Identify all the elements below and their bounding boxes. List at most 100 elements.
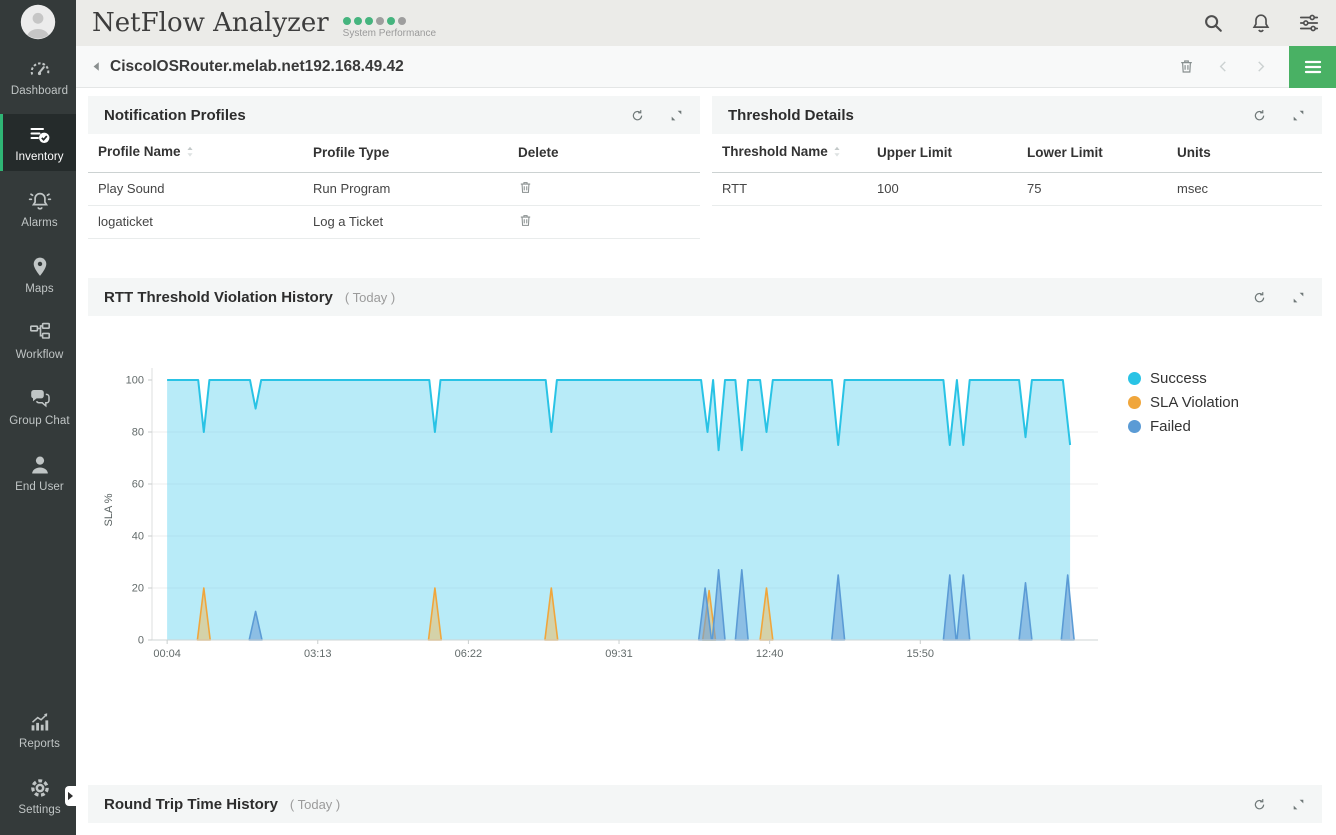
notification-profiles-header: Notification Profiles <box>88 96 700 134</box>
search-icon[interactable] <box>1202 12 1224 34</box>
sidebar-item-label: Maps <box>25 283 54 295</box>
next-device-button[interactable] <box>1252 58 1269 75</box>
panel-title: Round Trip Time History <box>104 796 278 813</box>
legend-dot <box>1128 372 1141 385</box>
delete-device-button[interactable] <box>1178 58 1195 75</box>
column-header-profile-name[interactable]: Profile Name <box>88 134 303 172</box>
legend-item-failed[interactable]: Failed <box>1128 418 1239 435</box>
legend-item-success[interactable]: Success <box>1128 370 1239 387</box>
notifications-bell-icon[interactable] <box>1250 12 1272 34</box>
sort-icon <box>833 145 841 161</box>
refresh-icon[interactable] <box>1252 797 1267 812</box>
sidebar-item-group-chat[interactable]: Group Chat <box>0 378 76 435</box>
user-avatar[interactable] <box>20 4 56 40</box>
sidebar-item-label: Inventory <box>15 151 63 163</box>
sla-chart-area: 02040608010000:0403:1306:2209:3112:4015:… <box>88 350 1322 695</box>
map-pin-icon <box>28 255 52 279</box>
delete-cell <box>508 172 700 205</box>
status-dots <box>343 17 436 25</box>
legend-dot <box>1128 396 1141 409</box>
column-header-units: Units <box>1167 134 1322 172</box>
panel-title: RTT Threshold Violation History <box>104 289 333 306</box>
logo-subtitle: System Performance <box>343 28 436 39</box>
rtt-violation-panel: RTT Threshold Violation History ( Today … <box>88 278 1322 316</box>
profile-row: Play SoundRun Program <box>88 172 700 205</box>
column-header-threshold-name[interactable]: Threshold Name <box>712 134 867 172</box>
previous-device-button[interactable] <box>1215 58 1232 75</box>
collapse-icon[interactable] <box>1291 290 1306 305</box>
svg-text:00:04: 00:04 <box>153 648 181 660</box>
column-header-profile-type: Profile Type <box>303 134 508 172</box>
panel-menu-button[interactable] <box>1289 46 1336 88</box>
back-icon[interactable] <box>91 61 102 72</box>
column-header-delete: Delete <box>508 134 700 172</box>
sidebar-item-settings[interactable]: Settings <box>0 767 76 824</box>
svg-text:03:13: 03:13 <box>304 648 332 660</box>
panel-tools <box>630 108 684 123</box>
preferences-sliders-icon[interactable] <box>1298 12 1320 34</box>
panel-tools <box>1252 797 1306 812</box>
sidebar-item-label: Group Chat <box>9 415 69 427</box>
svg-text:15:50: 15:50 <box>907 648 935 660</box>
panel-title: Notification Profiles <box>104 107 246 124</box>
lower-limit-cell: 75 <box>1017 172 1167 205</box>
notification-profiles-table: Profile NameProfile TypeDeletePlay Sound… <box>88 134 700 239</box>
svg-text:06:22: 06:22 <box>455 648 483 660</box>
sidebar-item-alarms[interactable]: Alarms <box>0 180 76 237</box>
sort-icon <box>186 145 194 161</box>
legend-label: Failed <box>1150 418 1191 435</box>
reports-icon <box>28 710 52 734</box>
upper-limit-cell: 100 <box>867 172 1017 205</box>
sidebar-item-maps[interactable]: Maps <box>0 246 76 303</box>
sidebar-item-end-user[interactable]: End User <box>0 444 76 501</box>
legend-label: SLA Violation <box>1150 394 1239 411</box>
sidebar-item-inventory[interactable]: Inventory <box>0 114 76 171</box>
status-dot <box>365 17 373 25</box>
delete-profile-button[interactable] <box>518 213 533 228</box>
round-trip-panel: Round Trip Time History ( Today ) <box>88 785 1322 823</box>
collapse-icon[interactable] <box>1291 108 1306 123</box>
profile-name-cell: Play Sound <box>88 172 303 205</box>
svg-text:0: 0 <box>138 635 144 647</box>
refresh-icon[interactable] <box>1252 290 1267 305</box>
sidebar-item-dashboard[interactable]: Dashboard <box>0 48 76 105</box>
svg-text:60: 60 <box>132 479 144 491</box>
chat-icon <box>28 387 52 411</box>
notification-profiles-panel: Notification Profiles Profile NameProfil… <box>88 96 700 239</box>
delete-profile-button[interactable] <box>518 180 533 195</box>
svg-text:40: 40 <box>132 531 144 543</box>
column-header-lower-limit: Lower Limit <box>1017 134 1167 172</box>
panel-tools <box>1252 108 1306 123</box>
status-dot <box>398 17 406 25</box>
status-dot <box>343 17 351 25</box>
round-trip-header: Round Trip Time History ( Today ) <box>88 785 1322 823</box>
refresh-icon[interactable] <box>1252 108 1267 123</box>
sidebar-item-label: Workflow <box>16 349 64 361</box>
sidebar-item-label: Reports <box>19 738 60 750</box>
inventory-icon <box>28 123 52 147</box>
svg-text:12:40: 12:40 <box>756 648 784 660</box>
sidebar-item-label: Dashboard <box>11 85 68 97</box>
profile-type-cell: Log a Ticket <box>303 205 508 238</box>
app-logo[interactable]: NetFlow Analyzer <box>92 8 329 38</box>
legend-item-sla-violation[interactable]: SLA Violation <box>1128 394 1239 411</box>
refresh-icon[interactable] <box>630 108 645 123</box>
profile-type-cell: Run Program <box>303 172 508 205</box>
panel-subtitle: ( Today ) <box>290 797 340 812</box>
legend-dot <box>1128 420 1141 433</box>
chart-legend: Success SLA Violation Failed <box>1128 370 1239 435</box>
threshold-name-cell: RTT <box>712 172 867 205</box>
breadcrumb-actions <box>1178 46 1336 88</box>
sidebar-item-workflow[interactable]: Workflow <box>0 312 76 369</box>
sidebar-item-label: Settings <box>18 804 60 816</box>
device-title: CiscoIOSRouter.melab.net192.168.49.42 <box>110 58 404 76</box>
sidebar: Dashboard Inventory Alarms Maps Workflow Grou… <box>0 0 76 835</box>
threshold-row: RTT10075msec <box>712 172 1322 205</box>
settings-flyout-arrow-icon[interactable] <box>65 786 76 806</box>
collapse-icon[interactable] <box>669 108 684 123</box>
sidebar-item-reports[interactable]: Reports <box>0 701 76 758</box>
rtt-violation-header: RTT Threshold Violation History ( Today … <box>88 278 1322 316</box>
collapse-icon[interactable] <box>1291 797 1306 812</box>
svg-text:20: 20 <box>132 583 144 595</box>
main-content: Notification Profiles Profile NameProfil… <box>76 88 1336 835</box>
